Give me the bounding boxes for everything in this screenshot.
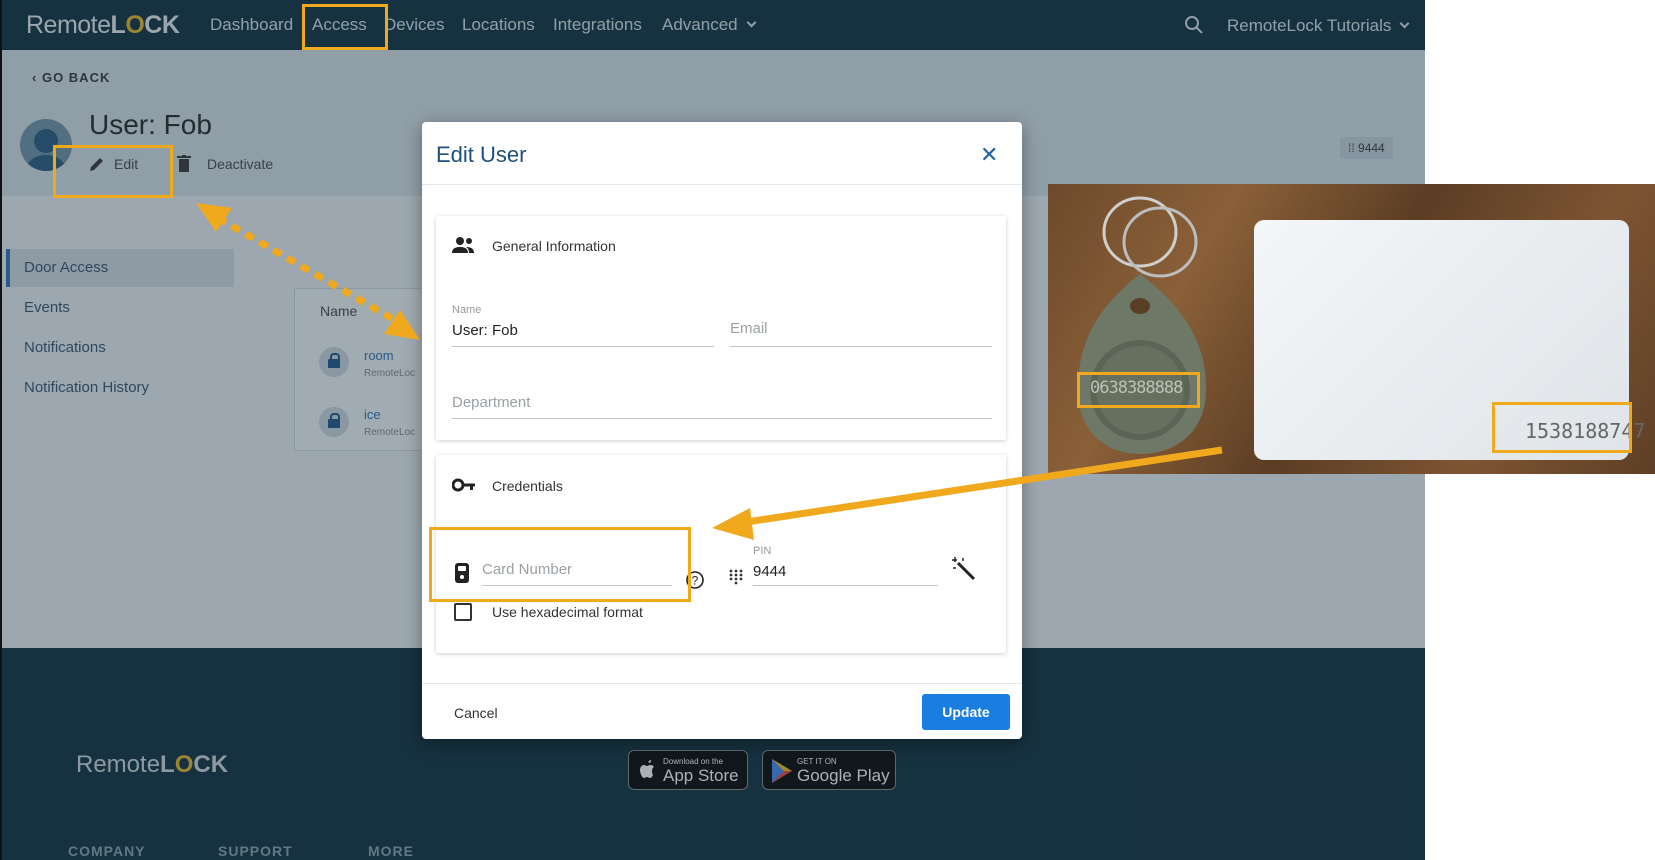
divider: [422, 683, 1022, 684]
hexadecimal-checkbox[interactable]: [454, 603, 472, 621]
people-icon: [452, 237, 474, 253]
pin-field[interactable]: 9444: [753, 563, 786, 580]
email-field[interactable]: Email: [730, 320, 768, 337]
general-information-header: General Information: [492, 238, 616, 254]
highlight-fob-number: [1077, 372, 1200, 408]
highlight-edit-button: [53, 145, 173, 198]
edit-user-dialog: Edit User ✕ General Information Name Use…: [422, 122, 1022, 739]
name-field-label: Name: [452, 304, 482, 316]
name-field-underline: [452, 346, 714, 347]
hexadecimal-label: Use hexadecimal format: [492, 604, 643, 620]
divider: [422, 184, 1022, 185]
credentials-header: Credentials: [492, 478, 563, 494]
pin-field-underline: [753, 585, 938, 586]
email-field-underline: [730, 346, 992, 347]
close-icon[interactable]: ✕: [980, 142, 998, 168]
highlight-card-number-field: [429, 527, 691, 602]
dialog-title: Edit User: [436, 142, 527, 167]
highlight-access-nav: [302, 4, 388, 50]
keypad-icon: [729, 569, 743, 585]
key-icon: [452, 478, 475, 492]
update-button[interactable]: Update: [922, 694, 1010, 730]
highlight-card-number: [1492, 402, 1632, 453]
name-field[interactable]: User: Fob: [452, 322, 518, 339]
cancel-button[interactable]: Cancel: [454, 705, 498, 721]
general-information-card: General Information Name User: Fob Email…: [436, 216, 1006, 440]
department-field-underline: [452, 418, 992, 419]
svg-text:?: ?: [692, 574, 699, 588]
pin-field-label: PIN: [753, 545, 772, 557]
magic-wand-icon[interactable]: [952, 557, 978, 583]
department-field[interactable]: Department: [452, 394, 530, 411]
